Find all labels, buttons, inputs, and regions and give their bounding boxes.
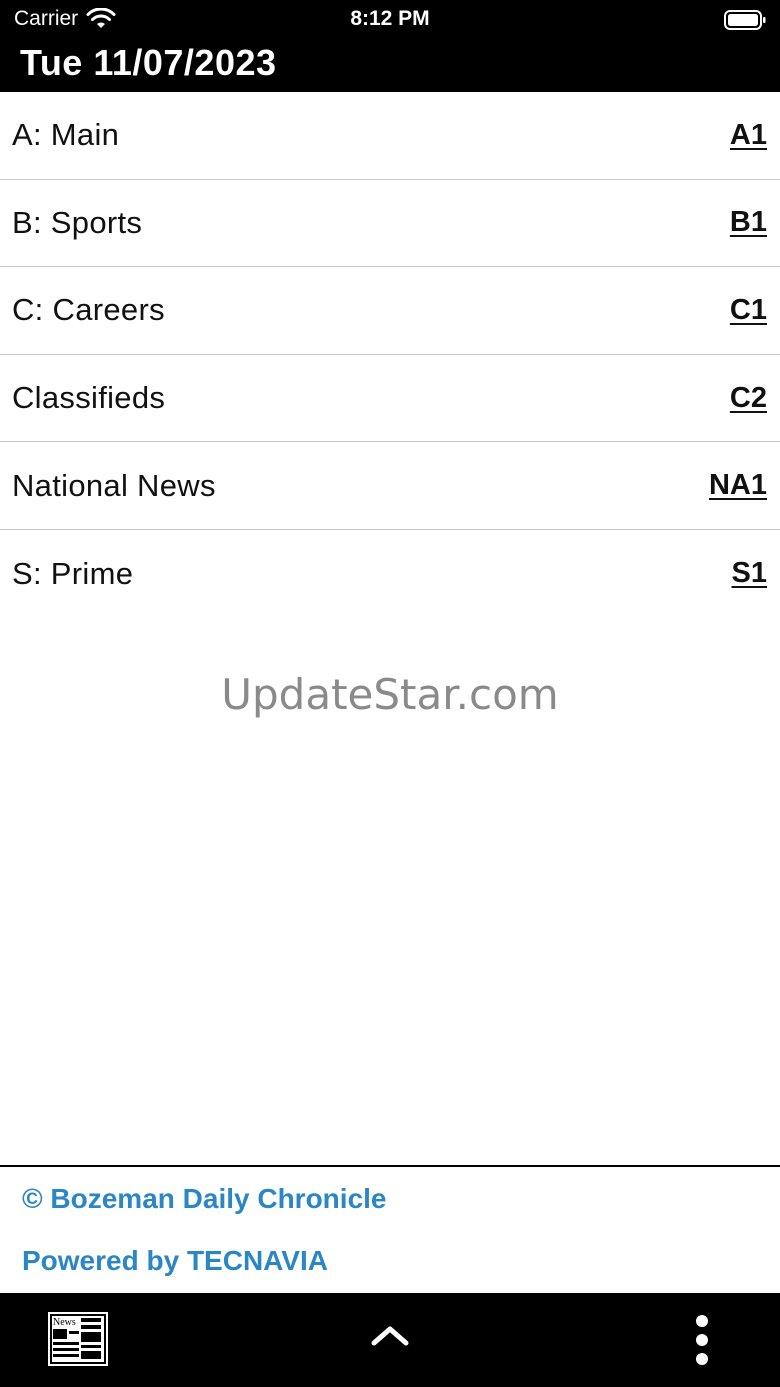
section-name: Classifieds <box>12 380 166 416</box>
powered-by-link[interactable]: Powered by TECNAVIA <box>22 1245 328 1277</box>
section-name: B: Sports <box>12 204 143 240</box>
footer: © Bozeman Daily Chronicle Powered by TEC… <box>0 1165 780 1293</box>
section-list: A: Main A1 B: Sports B1 C: Careers C1 Cl… <box>0 92 780 618</box>
chevron-up-icon[interactable] <box>370 1321 410 1349</box>
section-row-national-news[interactable]: National News NA1 <box>0 442 780 530</box>
section-row-main[interactable]: A: Main A1 <box>0 92 780 180</box>
section-name: S: Prime <box>12 555 134 591</box>
section-page-link[interactable]: C2 <box>730 382 767 415</box>
copyright-link[interactable]: © Bozeman Daily Chronicle <box>22 1183 387 1215</box>
news-icon-label: News <box>53 1317 76 1328</box>
section-row-sports[interactable]: B: Sports B1 <box>0 180 780 268</box>
status-time: 8:12 PM <box>350 7 430 30</box>
section-row-classifieds[interactable]: Classifieds C2 <box>0 355 780 443</box>
section-page-link[interactable]: S1 <box>732 557 767 590</box>
battery-icon <box>724 10 766 30</box>
more-vertical-icon[interactable] <box>690 1313 714 1367</box>
edition-date: Tue 11/07/2023 <box>20 42 277 83</box>
section-name: National News <box>12 467 216 503</box>
section-page-link[interactable]: NA1 <box>709 469 767 502</box>
section-name: C: Careers <box>12 292 165 328</box>
section-name: A: Main <box>12 117 120 153</box>
section-page-link[interactable]: B1 <box>730 206 767 239</box>
section-page-link[interactable]: A1 <box>730 119 767 152</box>
status-bar: Carrier 8:12 PM <box>0 0 780 40</box>
section-row-careers[interactable]: C: Careers C1 <box>0 267 780 355</box>
section-row-prime[interactable]: S: Prime S1 <box>0 530 780 618</box>
top-bar: Carrier 8:12 PM Tue 11/07/2023 <box>0 0 780 92</box>
watermark: UpdateStar.com <box>221 670 559 719</box>
bottom-toolbar: News <box>0 1293 780 1387</box>
section-page-link[interactable]: C1 <box>730 294 767 327</box>
newspaper-icon[interactable]: News <box>47 1311 109 1367</box>
